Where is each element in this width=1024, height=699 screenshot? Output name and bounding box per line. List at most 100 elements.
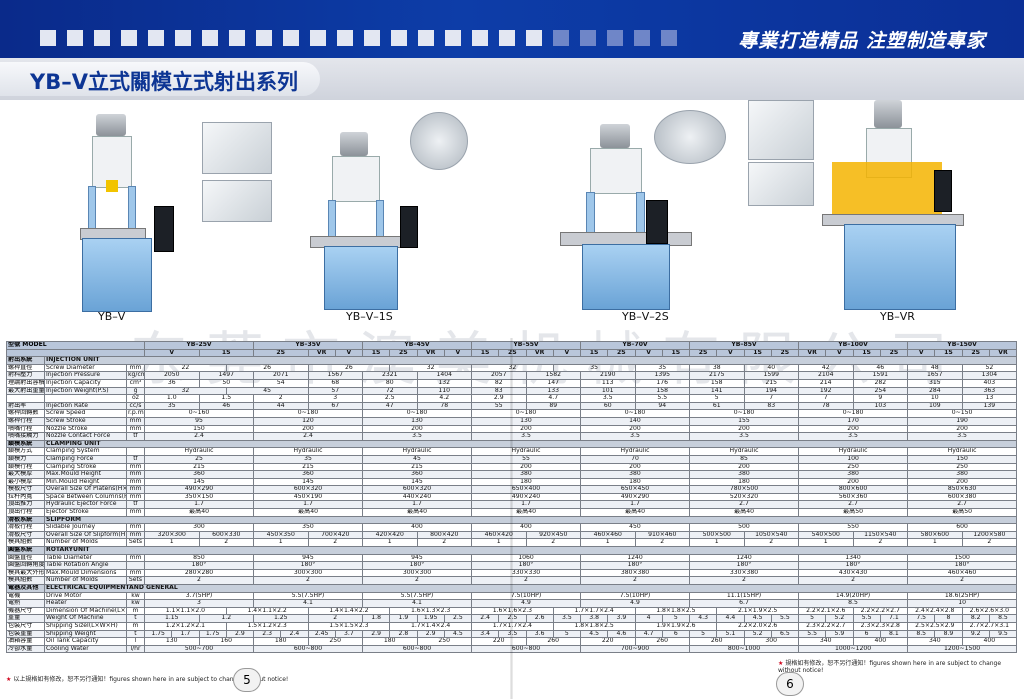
spec-value: 13 <box>961 394 1018 403</box>
spec-value: 4.1 <box>253 599 363 608</box>
spec-value: 360 <box>253 470 363 479</box>
spec-value: 2 <box>580 576 690 585</box>
decorative-square <box>229 30 245 46</box>
detail-image-2 <box>654 110 726 164</box>
decorative-square <box>175 30 191 46</box>
spec-row-unit: t <box>126 629 145 639</box>
spec-row-unit: mm <box>126 477 145 487</box>
spec-row-unit: mm <box>126 523 145 532</box>
spec-value: 3.5 <box>471 432 581 441</box>
spec-value: 1599 <box>743 371 799 380</box>
spec-value: 2 <box>797 576 909 585</box>
spec-value: 400 <box>961 637 1018 646</box>
spec-value: 52 <box>961 363 1018 373</box>
machine-image-yb-v <box>70 110 190 312</box>
spec-value: V <box>825 348 854 358</box>
decorative-square <box>202 30 218 46</box>
spec-value: 403 <box>961 378 1018 388</box>
spec-value: 460×460 <box>580 530 636 540</box>
spec-row-zh: 包裝尺寸 <box>6 621 45 631</box>
spec-row-en: Slidable Journey <box>44 523 127 532</box>
spec-value: 145 <box>253 477 363 487</box>
spec-row-zh: 噴嘴接觸力 <box>6 432 45 441</box>
spec-value: 2 <box>362 576 472 585</box>
spec-value: 1S <box>743 348 772 358</box>
spec-row-en: Space Between Columns(H×V) <box>44 492 127 502</box>
spec-section-zh: 鎖模系統 <box>6 439 45 449</box>
spec-value: 1591 <box>852 371 909 380</box>
spec-value: V <box>334 348 364 358</box>
spec-value: 最高40 <box>580 508 690 517</box>
spec-value: 2 <box>471 576 581 585</box>
spec-value: 5.9 <box>825 629 854 639</box>
spec-value: 3.6 <box>525 629 554 639</box>
spec-value: 72 <box>362 386 418 396</box>
spec-row-zh: 包裝重量 <box>6 629 45 639</box>
spec-value: 945 <box>253 553 363 563</box>
spec-row-unit: l <box>126 637 145 646</box>
spec-value: 2.2×2.0×2.6 <box>716 621 799 631</box>
decorative-square <box>526 30 542 46</box>
spec-value: 1.7 <box>171 629 200 639</box>
spec-value: 70 <box>580 454 690 464</box>
spec-value: 550 <box>797 523 909 532</box>
spec-row-en: Overall Size Of Slipform(H×V) <box>44 530 127 540</box>
spec-row-unit: mm <box>126 462 145 472</box>
spec-value: 1 <box>798 538 854 548</box>
footer-note-right-text: 規格如有修改，恕不另行通知！figures shown here in are … <box>778 660 1002 674</box>
spec-value: 2 <box>198 538 254 548</box>
spec-row-zh: 頂出推力 <box>6 500 45 510</box>
spec-value: 2 <box>144 576 254 585</box>
spec-row-unit: mm <box>126 553 145 563</box>
spec-value: 2.2×2.2×2.7 <box>852 606 909 616</box>
spec-value: 132 <box>416 378 472 388</box>
spec-value: 400 <box>852 637 909 646</box>
spec-value: 200 <box>797 424 909 434</box>
spec-row-unit: r.p.m <box>126 409 145 418</box>
spec-value: 5.5(7.5HP) <box>253 591 363 601</box>
spec-value: 1567 <box>307 371 363 380</box>
spec-value: 1S <box>361 348 391 358</box>
spec-value: 1.4×1.1×2.2 <box>225 606 309 616</box>
spec-value: 42 <box>798 363 854 373</box>
spec-value: 150 <box>907 454 1018 464</box>
spec-value: 2104 <box>798 371 854 380</box>
spec-value: 2071 <box>253 371 309 380</box>
spec-value: 6 <box>852 629 881 639</box>
decorative-square <box>337 30 353 46</box>
spec-value: 180° <box>580 561 690 570</box>
spec-value: 9 <box>852 394 909 403</box>
spec-value: 180° <box>797 561 909 570</box>
spec-value: 1.7 <box>362 500 472 510</box>
spec-value: 3.5 <box>552 614 582 623</box>
spec-value: 1 <box>907 538 963 548</box>
spec-value: 380×380 <box>580 568 690 578</box>
page-fold <box>510 338 513 699</box>
spec-value: 109 <box>907 401 963 411</box>
spec-value: 35 <box>144 401 200 411</box>
spec-value: 1S <box>661 348 691 358</box>
spec-value: 2.4 <box>144 432 254 441</box>
product-image-2 <box>202 180 272 222</box>
spec-value: 4.5 <box>443 629 473 639</box>
detail-image-1 <box>410 112 468 170</box>
spec-value: 5 <box>552 629 582 639</box>
spec-value: VR <box>525 348 554 358</box>
spec-value: 61 <box>689 401 745 411</box>
spec-value: 380 <box>580 470 690 479</box>
spec-value: 110 <box>416 386 472 396</box>
spec-value: 200 <box>471 424 581 434</box>
spec-value: 5.5 <box>770 614 800 623</box>
spec-value: 215 <box>362 462 472 472</box>
spec-value: 320×300 <box>144 530 200 540</box>
spec-section-zh: 射出系統 <box>6 356 45 365</box>
spec-subhead-spacer <box>6 348 145 358</box>
spec-value: 945 <box>362 553 472 563</box>
spec-value: 360 <box>362 470 472 479</box>
spec-value: 2 <box>961 538 1018 548</box>
spec-value: 330×330 <box>471 568 581 578</box>
spec-row-en: Table Rotation Angle <box>44 561 127 570</box>
spec-value: 68 <box>307 378 363 388</box>
spec-value: 2.8 <box>389 629 418 639</box>
spec-value: 215 <box>743 378 799 388</box>
